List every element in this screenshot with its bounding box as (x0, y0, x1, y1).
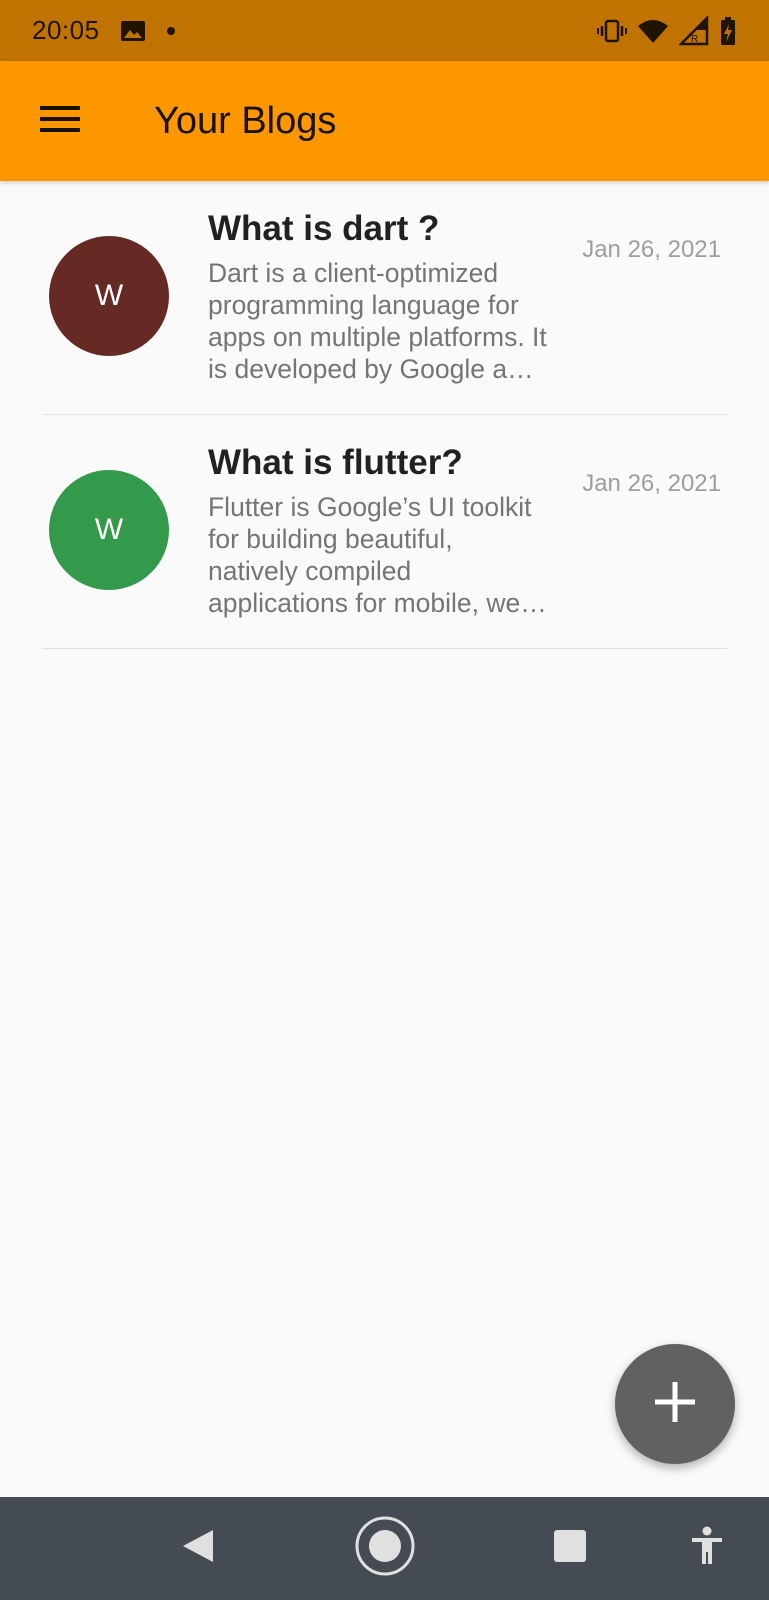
system-nav-bar (0, 1497, 769, 1600)
add-blog-button[interactable] (615, 1344, 735, 1464)
blog-list-item[interactable]: W What is flutter? Flutter is Google’s U… (42, 415, 727, 649)
plus-icon (654, 1381, 696, 1428)
blog-excerpt: Dart is a client-optimized programming l… (208, 258, 547, 384)
battery-charging-icon (719, 16, 737, 46)
vibrate-icon (597, 18, 627, 44)
app-bar: Your Blogs (0, 61, 769, 181)
back-button[interactable] (168, 1497, 228, 1600)
page-title: Your Blogs (154, 99, 337, 142)
recents-icon (553, 1529, 587, 1568)
svg-text:R: R (691, 34, 698, 45)
avatar: W (49, 236, 169, 356)
blog-list-item[interactable]: W What is dart ? Dart is a client-optimi… (42, 181, 727, 415)
image-icon (120, 20, 146, 42)
home-icon (354, 1515, 416, 1582)
back-icon (181, 1528, 215, 1569)
signal-roaming-icon: R (679, 15, 709, 46)
blog-title: What is dart ? (208, 209, 440, 248)
home-button[interactable] (350, 1497, 420, 1600)
notification-dot-icon (166, 26, 176, 36)
blog-date: Jan 26, 2021 (582, 236, 721, 263)
menu-icon (40, 104, 80, 139)
menu-button[interactable] (30, 91, 90, 151)
recents-button[interactable] (540, 1497, 600, 1600)
status-time: 20:05 (32, 15, 100, 45)
wifi-icon (637, 18, 669, 44)
blog-list: W What is dart ? Dart is a client-optimi… (0, 181, 769, 649)
blog-title: What is flutter? (208, 443, 463, 482)
accessibility-button[interactable] (680, 1497, 734, 1600)
status-bar: 20:05 R (0, 0, 769, 61)
blog-date: Jan 26, 2021 (582, 470, 721, 497)
blog-excerpt: Flutter is Google’s UI toolkit for build… (208, 492, 543, 618)
accessibility-icon (690, 1526, 724, 1571)
avatar: W (49, 470, 169, 590)
